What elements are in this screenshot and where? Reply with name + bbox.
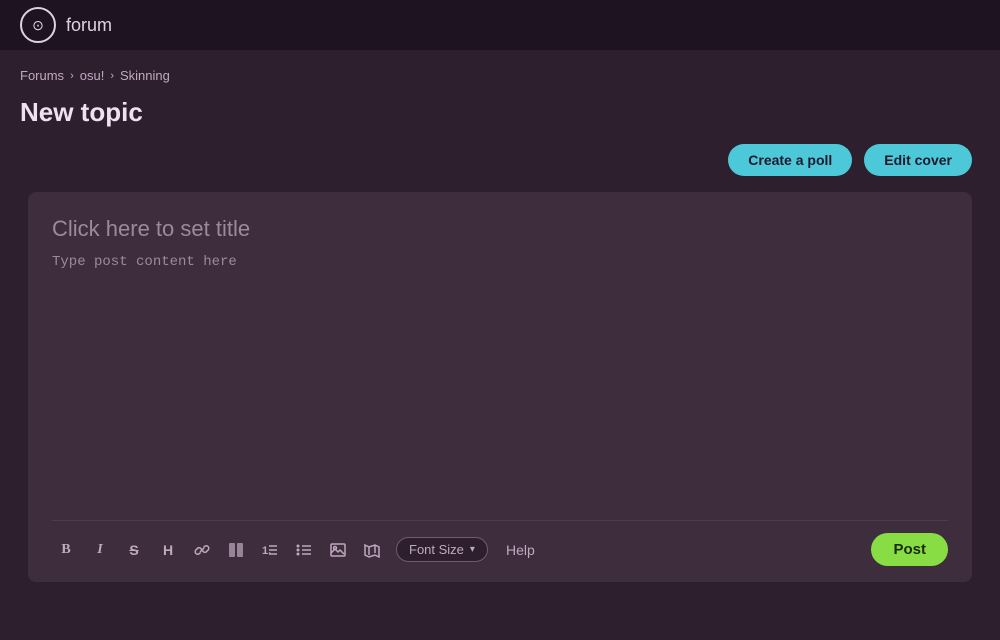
bold-button[interactable]: B (52, 536, 80, 564)
link-button[interactable] (188, 536, 216, 564)
breadcrumb-chevron-2: › (110, 70, 114, 82)
map-button[interactable] (358, 536, 386, 564)
topbar: ⊙ forum (0, 0, 1000, 50)
link-icon (194, 542, 210, 558)
image-icon (330, 542, 346, 558)
unordered-list-button[interactable] (290, 536, 318, 564)
help-button[interactable]: Help (498, 538, 543, 562)
italic-button[interactable]: I (86, 536, 114, 564)
edit-cover-button[interactable]: Edit cover (864, 144, 972, 176)
toolbar: B I S H 1. (52, 520, 948, 566)
content-input[interactable] (52, 254, 948, 520)
columns-button[interactable] (222, 536, 250, 564)
logo-icon: ⊙ (20, 7, 56, 43)
chevron-down-icon: ▾ (470, 544, 475, 555)
breadcrumb-chevron-1: › (70, 70, 74, 82)
editor-container: B I S H 1. (28, 192, 972, 582)
page-title-section: New topic (0, 93, 1000, 144)
ordered-list-button[interactable]: 1. (256, 536, 284, 564)
strikethrough-button[interactable]: S (120, 536, 148, 564)
breadcrumb-osu[interactable]: osu! (80, 68, 105, 83)
logo-symbol: ⊙ (32, 17, 44, 34)
logo-text: forum (66, 15, 112, 36)
heading-button[interactable]: H (154, 536, 182, 564)
ordered-list-icon: 1. (262, 542, 278, 558)
unordered-list-icon (296, 542, 312, 558)
font-size-label: Font Size (409, 542, 464, 557)
map-icon (364, 542, 380, 558)
breadcrumb: Forums › osu! › Skinning (0, 50, 1000, 93)
create-poll-button[interactable]: Create a poll (728, 144, 852, 176)
breadcrumb-forums[interactable]: Forums (20, 68, 64, 83)
page-title: New topic (20, 97, 980, 128)
post-button[interactable]: Post (871, 533, 948, 566)
font-size-dropdown[interactable]: Font Size ▾ (396, 537, 488, 562)
columns-icon (228, 542, 244, 558)
breadcrumb-skinning: Skinning (120, 68, 170, 83)
image-button[interactable] (324, 536, 352, 564)
logo[interactable]: ⊙ forum (20, 7, 112, 43)
svg-text:1.: 1. (262, 545, 271, 557)
title-input[interactable] (52, 216, 948, 242)
action-buttons-row: Create a poll Edit cover (0, 144, 1000, 192)
